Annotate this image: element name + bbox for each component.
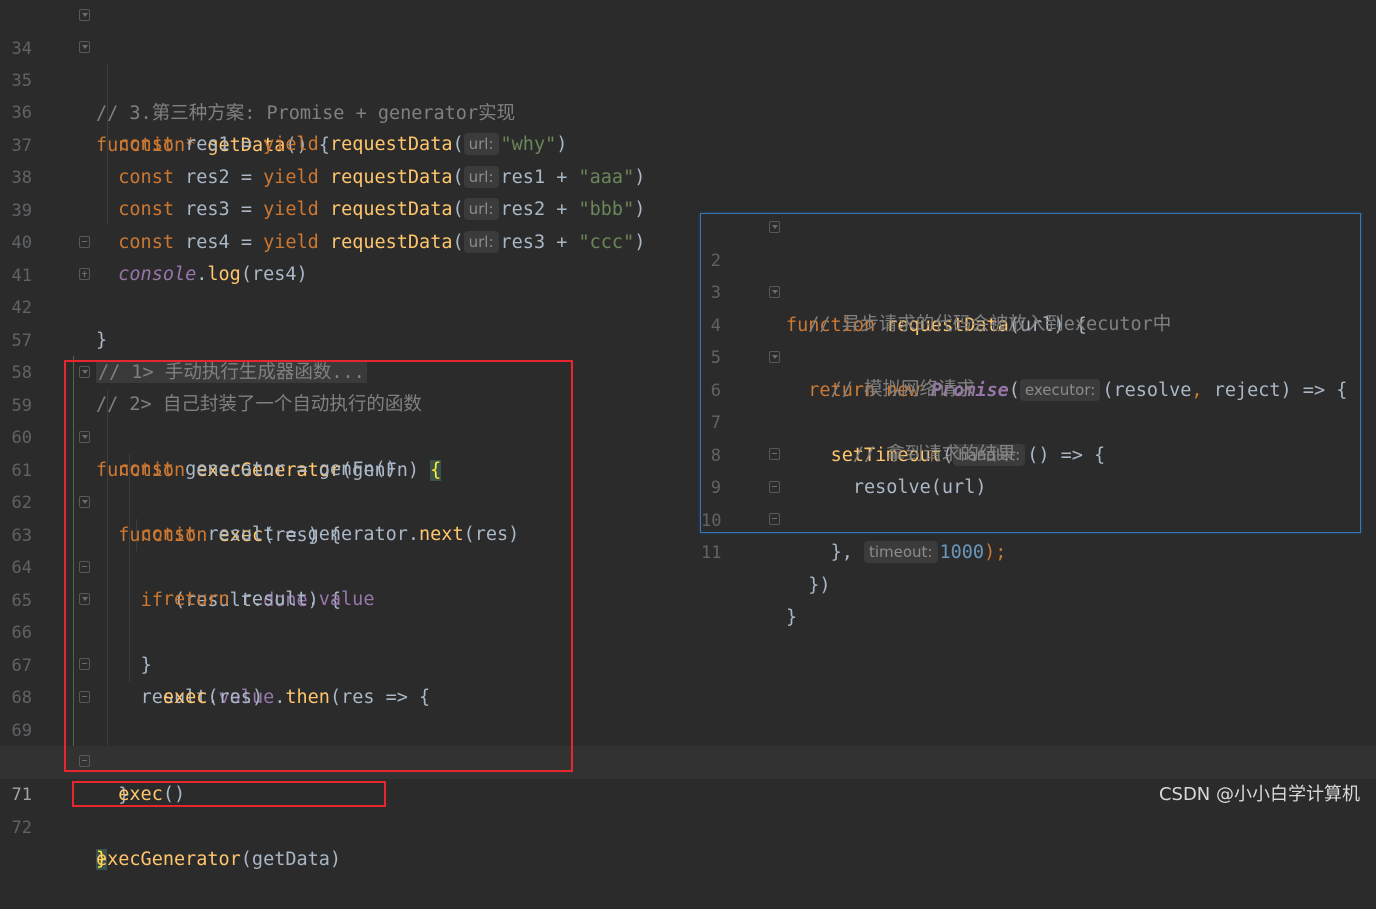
code-text: (getData) bbox=[240, 849, 342, 870]
function-call: execGenerator bbox=[96, 849, 241, 870]
code-line-36[interactable]: 36 const res1 = yield requestData(url: "w… bbox=[0, 64, 1376, 155]
code-text: }, bbox=[830, 541, 853, 563]
line-number: 72 bbox=[11, 817, 32, 838]
fold-expand-icon[interactable] bbox=[79, 268, 90, 280]
popup-line-3[interactable]: 3 // 异步请求的代码会被放入到executor中 bbox=[701, 244, 1360, 336]
code-line-37[interactable]: 37 const res2 = yield requestData(url: re… bbox=[0, 97, 1376, 188]
code-line-38[interactable]: 38 const res3 = yield requestData(url: re… bbox=[0, 129, 1376, 220]
fold-open-icon[interactable] bbox=[79, 41, 90, 53]
popup-line-7[interactable]: 7 // 拿到请求的结果 bbox=[701, 374, 1360, 466]
highlight-box-execgenerator bbox=[64, 360, 573, 772]
fold-open-icon[interactable] bbox=[769, 286, 780, 298]
line-number: 11 bbox=[701, 542, 722, 563]
fold-close-icon[interactable] bbox=[769, 481, 780, 493]
popup-line-6[interactable]: 6 setTimeout(handler:() => { bbox=[701, 342, 1360, 466]
fold-close-icon[interactable] bbox=[79, 236, 90, 248]
watermark: CSDN @小小白学计算机 bbox=[1158, 784, 1360, 805]
code-text: } bbox=[786, 606, 798, 628]
code-editor[interactable]: 34 // 3.第三种方案: Promise + generator实现 35 … bbox=[0, 0, 1376, 870]
number: 1000 bbox=[939, 541, 985, 563]
fold-open-icon[interactable] bbox=[79, 9, 90, 21]
popup-line-4[interactable]: 4 return new Promise(executor: (resolve, … bbox=[701, 277, 1360, 401]
fold-close-icon[interactable] bbox=[769, 513, 780, 525]
fold-open-icon[interactable] bbox=[769, 221, 780, 233]
popup-line-2[interactable]: 2 function requestData(url) { bbox=[701, 212, 1360, 336]
param-hint: timeout: bbox=[863, 540, 938, 563]
popup-line-9[interactable]: 9 }, timeout: 1000); bbox=[701, 439, 1360, 563]
definition-popup[interactable]: 2 function requestData(url) { 3 // 异步请求的… bbox=[700, 212, 1361, 628]
punctuation: ); bbox=[984, 541, 1007, 563]
fold-close-icon[interactable] bbox=[769, 448, 780, 460]
popup-line-10[interactable]: 10 }) bbox=[701, 472, 1360, 596]
code-line-35[interactable]: 35 function* getData() { bbox=[0, 32, 1376, 156]
fold-open-icon[interactable] bbox=[769, 351, 780, 363]
code-text: }) bbox=[808, 574, 831, 596]
popup-line-8[interactable]: 8 resolve(url) bbox=[701, 407, 1360, 499]
popup-line-11[interactable]: 11 } bbox=[701, 504, 1360, 628]
code-line-34[interactable]: 34 // 3.第三种方案: Promise + generator实现 bbox=[0, 0, 1376, 124]
highlight-box-call bbox=[72, 781, 386, 807]
popup-line-5[interactable]: 5 // 模拟网络请求 bbox=[701, 309, 1360, 401]
code-line-39[interactable]: 39 const res4 = yield requestData(url: re… bbox=[0, 162, 1376, 253]
